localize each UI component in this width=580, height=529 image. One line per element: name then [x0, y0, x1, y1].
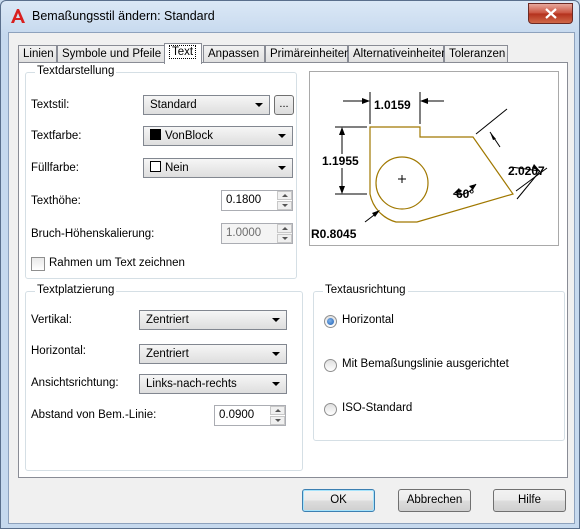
textfarbe-label: Textfarbe:: [31, 130, 82, 142]
dropdown-arrow-icon: [278, 134, 286, 138]
dropdown-arrow-icon: [255, 103, 263, 107]
tab-label: Toleranzen: [449, 48, 506, 60]
dropdown-arrow-icon: [272, 352, 280, 356]
dropdown-value: Standard: [150, 99, 197, 111]
horizontal-label: Horizontal:: [31, 345, 86, 357]
vertikal-dropdown[interactable]: Zentriert: [139, 310, 287, 330]
horizontal-dropdown[interactable]: Zentriert: [139, 344, 287, 364]
preview-angle: 60°: [456, 187, 474, 201]
title-bar[interactable]: Bemaßungsstil ändern: Standard: [1, 1, 579, 33]
rahmen-checkbox[interactable]: [31, 257, 45, 271]
group-legend: Textausrichtung: [323, 284, 408, 296]
dropdown-value: Nein: [165, 162, 189, 174]
tab-alternativeinheiten[interactable]: Alternativeinheiten: [348, 45, 448, 62]
fuellfarbe-label: Füllfarbe:: [31, 162, 79, 174]
radio-mit-bemassungslinie-label[interactable]: Mit Bemaßungslinie ausgerichtet: [342, 358, 509, 370]
texthoehe-spinner[interactable]: 0.1800: [221, 190, 293, 211]
spin-down-icon: [277, 234, 292, 243]
radio-horizontal-label[interactable]: Horizontal: [342, 314, 394, 326]
tab-anpassen[interactable]: Anpassen: [203, 45, 265, 62]
textstil-browse-button[interactable]: ...: [274, 95, 294, 115]
preview-dim-top: 1.0159: [374, 98, 411, 112]
dropdown-arrow-icon: [272, 382, 280, 386]
tab-label: Linien: [23, 48, 54, 60]
ok-button[interactable]: OK: [302, 489, 375, 512]
group-legend: Textdarstellung: [35, 65, 117, 77]
tab-label: Alternativeinheiten: [353, 48, 448, 60]
ansichtsrichtung-label: Ansichtsrichtung:: [31, 377, 119, 389]
abstand-spinner[interactable]: 0.0900: [214, 405, 286, 426]
spinner-value: 1.0000: [226, 227, 262, 239]
preview-drawing: 1.0159 1.1955 2.0207 60° R0.8045: [311, 92, 548, 241]
dropdown-value: VonBlock: [165, 130, 213, 142]
spin-up-icon: [277, 224, 292, 233]
bruch-hoehenskalierung-label: Bruch-Höhenskalierung:: [31, 228, 155, 240]
textausrichtung-group: Textausrichtung Horizontal Mit Bemaßungs…: [313, 284, 565, 441]
fuellfarbe-dropdown[interactable]: Nein: [143, 158, 293, 178]
text-tab-panel: Textdarstellung Textstil: Standard ... T…: [18, 62, 568, 478]
textstil-dropdown[interactable]: Standard: [143, 95, 270, 115]
spin-up-icon[interactable]: [277, 191, 292, 200]
color-swatch: [150, 161, 161, 172]
autocad-app-icon: [11, 9, 25, 23]
textdarstellung-group: Textdarstellung Textstil: Standard ... T…: [25, 65, 297, 279]
tab-toleranzen[interactable]: Toleranzen: [444, 45, 508, 62]
group-legend: Textplatzierung: [35, 284, 117, 296]
dimension-preview: 1.0159 1.1955 2.0207 60° R0.8045: [309, 71, 559, 246]
close-button[interactable]: [528, 3, 573, 24]
ansichtsrichtung-dropdown[interactable]: Links-nach-rechts: [139, 374, 287, 394]
tab-label: Symbole und Pfeile: [62, 48, 162, 60]
textfarbe-dropdown[interactable]: VonBlock: [143, 126, 293, 146]
preview-dim-right: 2.0207: [508, 164, 545, 178]
bruch-hoehenskalierung-spinner: 1.0000: [221, 223, 293, 244]
dialog-window: Bemaßungsstil ändern: Standard Linien Sy…: [0, 0, 580, 529]
abstand-label: Abstand von Bem.-Linie:: [31, 409, 157, 421]
tab-label: Text: [169, 45, 197, 59]
preview-radius: R0.8045: [311, 227, 357, 241]
dropdown-value: Zentriert: [146, 314, 189, 326]
radio-iso-standard[interactable]: [324, 403, 337, 416]
dropdown-arrow-icon: [278, 166, 286, 170]
spin-down-icon[interactable]: [270, 416, 285, 425]
preview-dim-left: 1.1955: [322, 154, 359, 168]
textstil-label: Textstil:: [31, 99, 70, 111]
tab-symbole-und-pfeile[interactable]: Symbole und Pfeile: [57, 45, 165, 62]
rahmen-label[interactable]: Rahmen um Text zeichnen: [49, 257, 185, 269]
dropdown-value: Zentriert: [146, 348, 189, 360]
radio-mit-bemassungslinie[interactable]: [324, 359, 337, 372]
dialog-client-area: Linien Symbole und Pfeile Text Anpassen …: [8, 32, 575, 524]
spinner-value: 0.0900: [219, 409, 255, 421]
radio-horizontal[interactable]: [324, 315, 337, 328]
color-swatch: [150, 129, 161, 140]
help-button[interactable]: Hilfe: [493, 489, 566, 512]
dropdown-arrow-icon: [272, 318, 280, 322]
spin-down-icon[interactable]: [277, 201, 292, 210]
spin-up-icon[interactable]: [270, 406, 285, 415]
tab-label: Primäreinheiten: [270, 48, 351, 60]
window-title: Bemaßungsstil ändern: Standard: [32, 9, 215, 23]
radio-iso-standard-label[interactable]: ISO-Standard: [342, 402, 412, 414]
tab-linien[interactable]: Linien: [18, 45, 57, 62]
cancel-button[interactable]: Abbrechen: [398, 489, 471, 512]
tab-label: Anpassen: [208, 48, 260, 60]
tab-primaereinheiten[interactable]: Primäreinheiten: [265, 45, 351, 62]
texthoehe-label: Texthöhe:: [31, 195, 81, 207]
textplatzierung-group: Textplatzierung Vertikal: Zentriert Hori…: [25, 284, 303, 471]
close-icon: [544, 8, 557, 19]
spinner-value: 0.1800: [226, 194, 262, 206]
tab-text[interactable]: Text: [164, 43, 202, 64]
vertikal-label: Vertikal:: [31, 314, 72, 326]
dropdown-value: Links-nach-rechts: [146, 378, 237, 390]
